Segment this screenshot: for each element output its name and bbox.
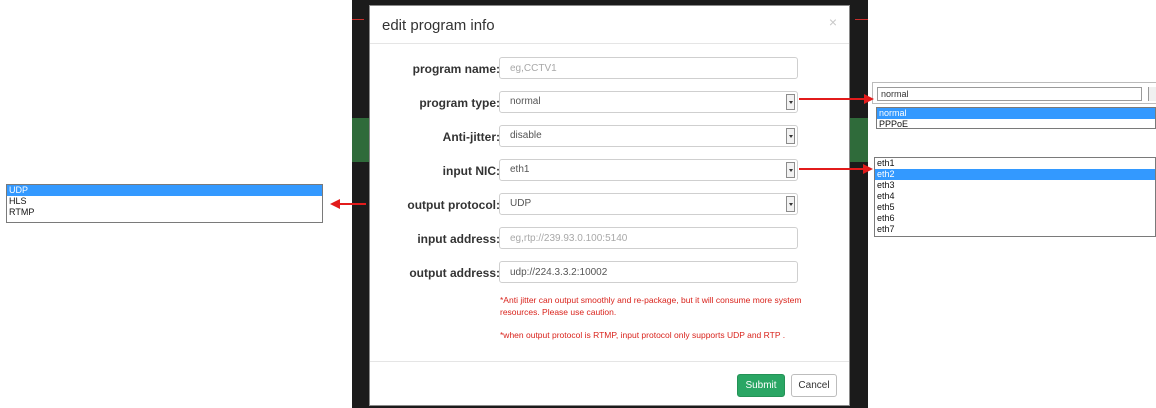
chevron-down-icon[interactable] [786, 128, 795, 144]
program-name-input[interactable] [499, 57, 798, 79]
program-type-label: program type: [419, 96, 500, 110]
rtmp-note: *when output protocol is RTMP, input pro… [500, 330, 786, 340]
program-type-row: program type: normal [370, 91, 851, 115]
nic-option[interactable]: eth1 [875, 158, 1155, 169]
arrow-icon [330, 199, 340, 209]
edit-program-dialog: edit program info × program name: progra… [369, 5, 850, 406]
nic-option[interactable]: eth2 [875, 169, 1155, 180]
chevron-down-icon[interactable] [786, 196, 795, 212]
arrow-icon [799, 168, 863, 170]
background-strip [352, 118, 369, 162]
background-line [352, 19, 364, 20]
anti-jitter-value: disable [510, 130, 542, 141]
nic-dropdown-list: eth1 eth2 eth3 eth4 eth5 eth6 eth7 [874, 157, 1156, 237]
background-strip [850, 118, 868, 162]
input-nic-row: input NIC: eth1 [370, 159, 851, 183]
close-icon[interactable]: × [829, 14, 837, 30]
output-address-label: output address: [409, 266, 500, 280]
anti-jitter-row: Anti-jitter: disable [370, 125, 851, 149]
arrow-icon [799, 98, 864, 100]
protocol-dropdown-list: UDP HLS RTMP [6, 184, 323, 223]
program-name-row: program name: [370, 57, 851, 81]
type-option[interactable]: PPPoE [877, 119, 1155, 130]
arrow-icon [339, 203, 366, 205]
anti-jitter-note: *Anti jitter can output smoothly and re-… [500, 295, 802, 317]
output-address-input[interactable] [499, 261, 798, 283]
chevron-down-icon[interactable] [786, 94, 795, 110]
dialog-footer: Submit Cancel [370, 361, 849, 406]
type-option[interactable]: normal [877, 108, 1155, 119]
dialog-header: edit program info × [370, 6, 849, 44]
anti-jitter-label: Anti-jitter: [442, 130, 500, 144]
nic-option[interactable]: eth7 [875, 224, 1155, 235]
anti-jitter-select[interactable]: disable [499, 125, 798, 147]
submit-button[interactable]: Submit [737, 374, 785, 397]
arrow-icon [864, 94, 874, 104]
protocol-option[interactable]: RTMP [7, 207, 322, 218]
program-name-label: program name: [412, 62, 500, 76]
nic-option[interactable]: eth4 [875, 191, 1155, 202]
protocol-option[interactable]: UDP [7, 185, 322, 196]
input-nic-label: input NIC: [442, 164, 500, 178]
input-nic-select[interactable]: eth1 [499, 159, 798, 181]
input-address-input[interactable] [499, 227, 798, 249]
dialog-title: edit program info [382, 17, 495, 34]
type-dropdown-list: normal PPPoE [876, 107, 1156, 129]
arrow-icon [863, 164, 873, 174]
output-protocol-label: output protocol: [407, 198, 500, 212]
program-type-value: normal [510, 96, 541, 107]
chevron-down-icon[interactable] [1148, 87, 1156, 101]
type-dropdown-input[interactable]: normal [877, 87, 1142, 101]
output-protocol-select[interactable]: UDP [499, 193, 798, 215]
output-protocol-value: UDP [510, 198, 532, 209]
nic-option[interactable]: eth5 [875, 202, 1155, 213]
input-address-row: input address: [370, 227, 851, 251]
input-address-label: input address: [417, 232, 500, 246]
output-address-row: output address: [370, 261, 851, 285]
chevron-down-icon[interactable] [786, 162, 795, 178]
nic-option[interactable]: eth6 [875, 213, 1155, 224]
output-protocol-row: output protocol: UDP [370, 193, 851, 217]
protocol-option[interactable]: HLS [7, 196, 322, 207]
input-nic-value: eth1 [510, 164, 530, 175]
background-line [855, 19, 868, 20]
program-type-select[interactable]: normal [499, 91, 798, 113]
nic-option[interactable]: eth3 [875, 180, 1155, 191]
cancel-button[interactable]: Cancel [791, 374, 837, 397]
